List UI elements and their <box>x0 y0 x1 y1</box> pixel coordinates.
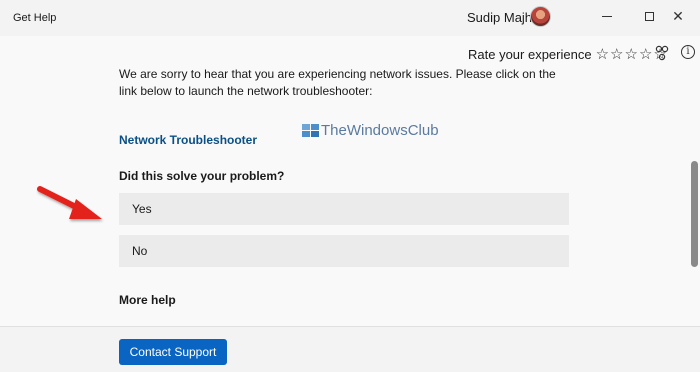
network-troubleshooter-link[interactable]: Network Troubleshooter <box>119 133 257 147</box>
watermark-text: TheWindowsClub <box>321 122 439 139</box>
no-button[interactable]: No <box>119 235 569 267</box>
help-content: Rate your experience ☆ ☆ ☆ ☆ ☆ i We are … <box>0 36 700 326</box>
star-icon[interactable]: ☆ <box>624 47 637 62</box>
red-arrow-icon <box>37 186 102 219</box>
solve-question: Did this solve your problem? <box>119 169 285 183</box>
more-help-heading: More help <box>119 293 176 307</box>
star-icon[interactable]: ☆ <box>610 47 623 62</box>
maximize-icon <box>644 11 654 21</box>
scrollbar-thumb[interactable] <box>691 161 698 267</box>
minimize-button[interactable] <box>584 0 630 32</box>
close-button[interactable]: ✕ <box>655 0 700 32</box>
rate-experience: Rate your experience ☆ ☆ ☆ ☆ ☆ <box>468 47 668 62</box>
share-icon[interactable] <box>655 45 669 61</box>
watermark: TheWindowsClub <box>302 122 439 139</box>
avatar[interactable] <box>530 6 551 27</box>
close-icon: ✕ <box>672 7 684 24</box>
contact-support-button[interactable]: Contact Support <box>119 339 227 365</box>
minimize-icon <box>602 15 612 17</box>
yes-button[interactable]: Yes <box>119 193 569 225</box>
intro-text: We are sorry to hear that you are experi… <box>119 67 556 98</box>
title-bar: Get Help Sudip Majhi ✕ <box>0 0 700 36</box>
rate-label: Rate your experience <box>468 47 592 62</box>
windows-logo-icon <box>302 123 319 138</box>
footer: Contact Support <box>0 326 700 372</box>
app-title: Get Help <box>13 12 57 24</box>
user-name[interactable]: Sudip Majhi <box>467 10 535 25</box>
star-icon[interactable]: ☆ <box>639 47 652 62</box>
star-icon[interactable]: ☆ <box>596 47 609 62</box>
